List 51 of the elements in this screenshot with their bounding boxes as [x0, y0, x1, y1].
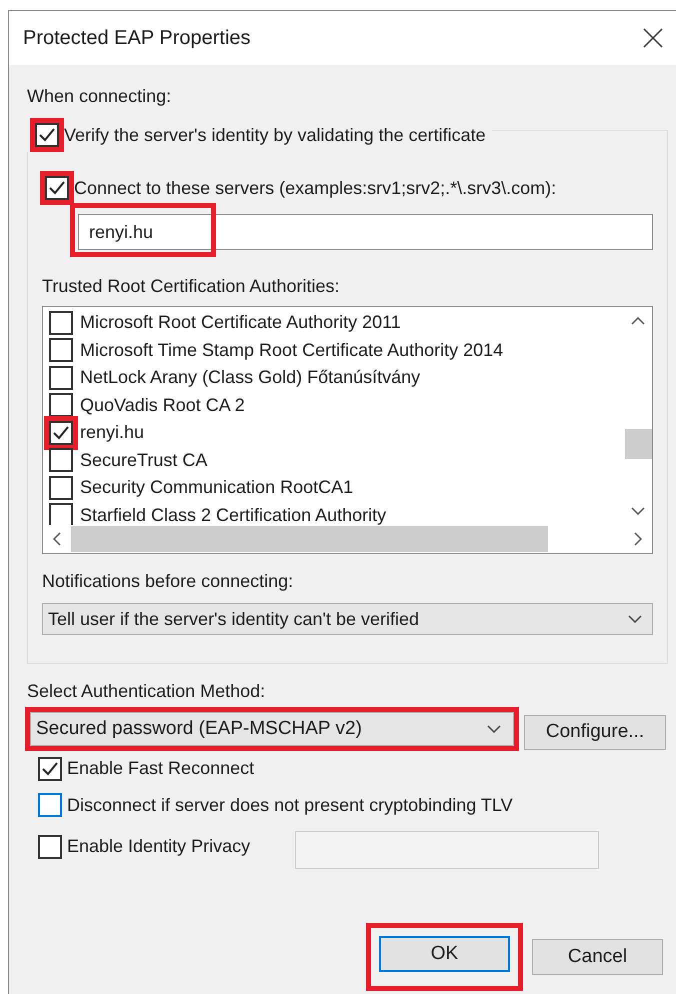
notifications-dropdown[interactable]: Tell user if the server's identity can't be verified — [42, 603, 653, 635]
dialog-button[interactable]: Cancel — [532, 939, 663, 975]
certificate-item[interactable]: Microsoft Time Stamp Root Certificate Authority 2014 — [80, 336, 504, 364]
checkbox-option[interactable]: Enable Fast Reconnect — [38, 755, 254, 782]
certificate-item[interactable]: Security Communication RootCA1 — [80, 474, 354, 502]
certificate-item[interactable]: Microsoft Root Certificate Authority 2011 — [80, 309, 401, 336]
scroll-right-icon[interactable] — [634, 532, 642, 546]
chevron-down-icon — [487, 725, 501, 733]
auth-method-dropdown[interactable]: Secured password (EAP-MSCHAP v2) — [30, 712, 514, 746]
checkmark-icon — [53, 426, 69, 440]
checkbox[interactable] — [49, 503, 73, 525]
dropdown-label: Notifications before connecting: — [42, 570, 294, 593]
checkbox[interactable] — [45, 176, 69, 200]
checkbox-option[interactable]: Disconnect if server does not present cryptobinding TLV — [38, 792, 513, 818]
checkbox[interactable] — [49, 310, 73, 335]
checkbox[interactable] — [49, 366, 73, 390]
checkbox[interactable] — [49, 420, 73, 445]
checkbox[interactable] — [49, 448, 73, 472]
checkbox[interactable] — [49, 476, 73, 500]
certificate-item[interactable]: QuoVadis Root CA 2 — [80, 392, 245, 419]
scroll-down-icon[interactable] — [631, 507, 645, 515]
checkbox[interactable] — [49, 338, 73, 362]
scroll-thumb[interactable] — [71, 526, 548, 552]
checkbox[interactable] — [35, 123, 59, 147]
close-icon — [643, 28, 663, 48]
dialog-button[interactable]: OK — [379, 936, 510, 972]
dropdown-label: Select Authentication Method: — [27, 680, 266, 703]
checkbox-label: Enable Fast Reconnect — [67, 757, 254, 780]
checkbox[interactable] — [49, 393, 73, 418]
checkbox-label: Connect to these servers (examples:srv1;srv2;.*\.srv3\.com): — [74, 176, 556, 200]
certificate-item[interactable]: renyi.hu — [80, 419, 144, 446]
checkbox-option[interactable]: Enable Identity Privacy — [38, 833, 250, 860]
list-label: Trusted Root Certification Authorities: — [42, 275, 340, 298]
section-label: When connecting: — [27, 85, 172, 108]
checkbox-label: Disconnect if server does not present cryptobinding TLV — [67, 794, 513, 817]
certificate-item[interactable]: SecureTrust CA — [80, 446, 208, 474]
checkmark-icon — [39, 128, 55, 142]
checkbox-label: Enable Identity Privacy — [67, 835, 250, 858]
configure-button[interactable]: Configure... — [524, 714, 666, 750]
checkbox-label: Verify the server's identity by validating the certificate — [64, 124, 486, 147]
scroll-thumb[interactable] — [625, 429, 652, 459]
scroll-left-icon[interactable] — [53, 532, 61, 546]
checkmark-icon — [49, 181, 65, 195]
certificate-item[interactable]: NetLock Arany (Class Gold) Főtanúsítvány — [80, 364, 420, 392]
identity-input-field[interactable] — [295, 831, 599, 869]
certificate-item[interactable]: Starfield Class 2 Certification Authority — [80, 502, 386, 525]
scroll-up-icon[interactable] — [631, 317, 645, 325]
checkmark-icon — [42, 762, 58, 776]
chevron-down-icon — [628, 615, 642, 623]
window-title: Protected EAP Properties — [23, 26, 251, 51]
servers-input-field[interactable]: renyi.hu — [78, 214, 653, 250]
